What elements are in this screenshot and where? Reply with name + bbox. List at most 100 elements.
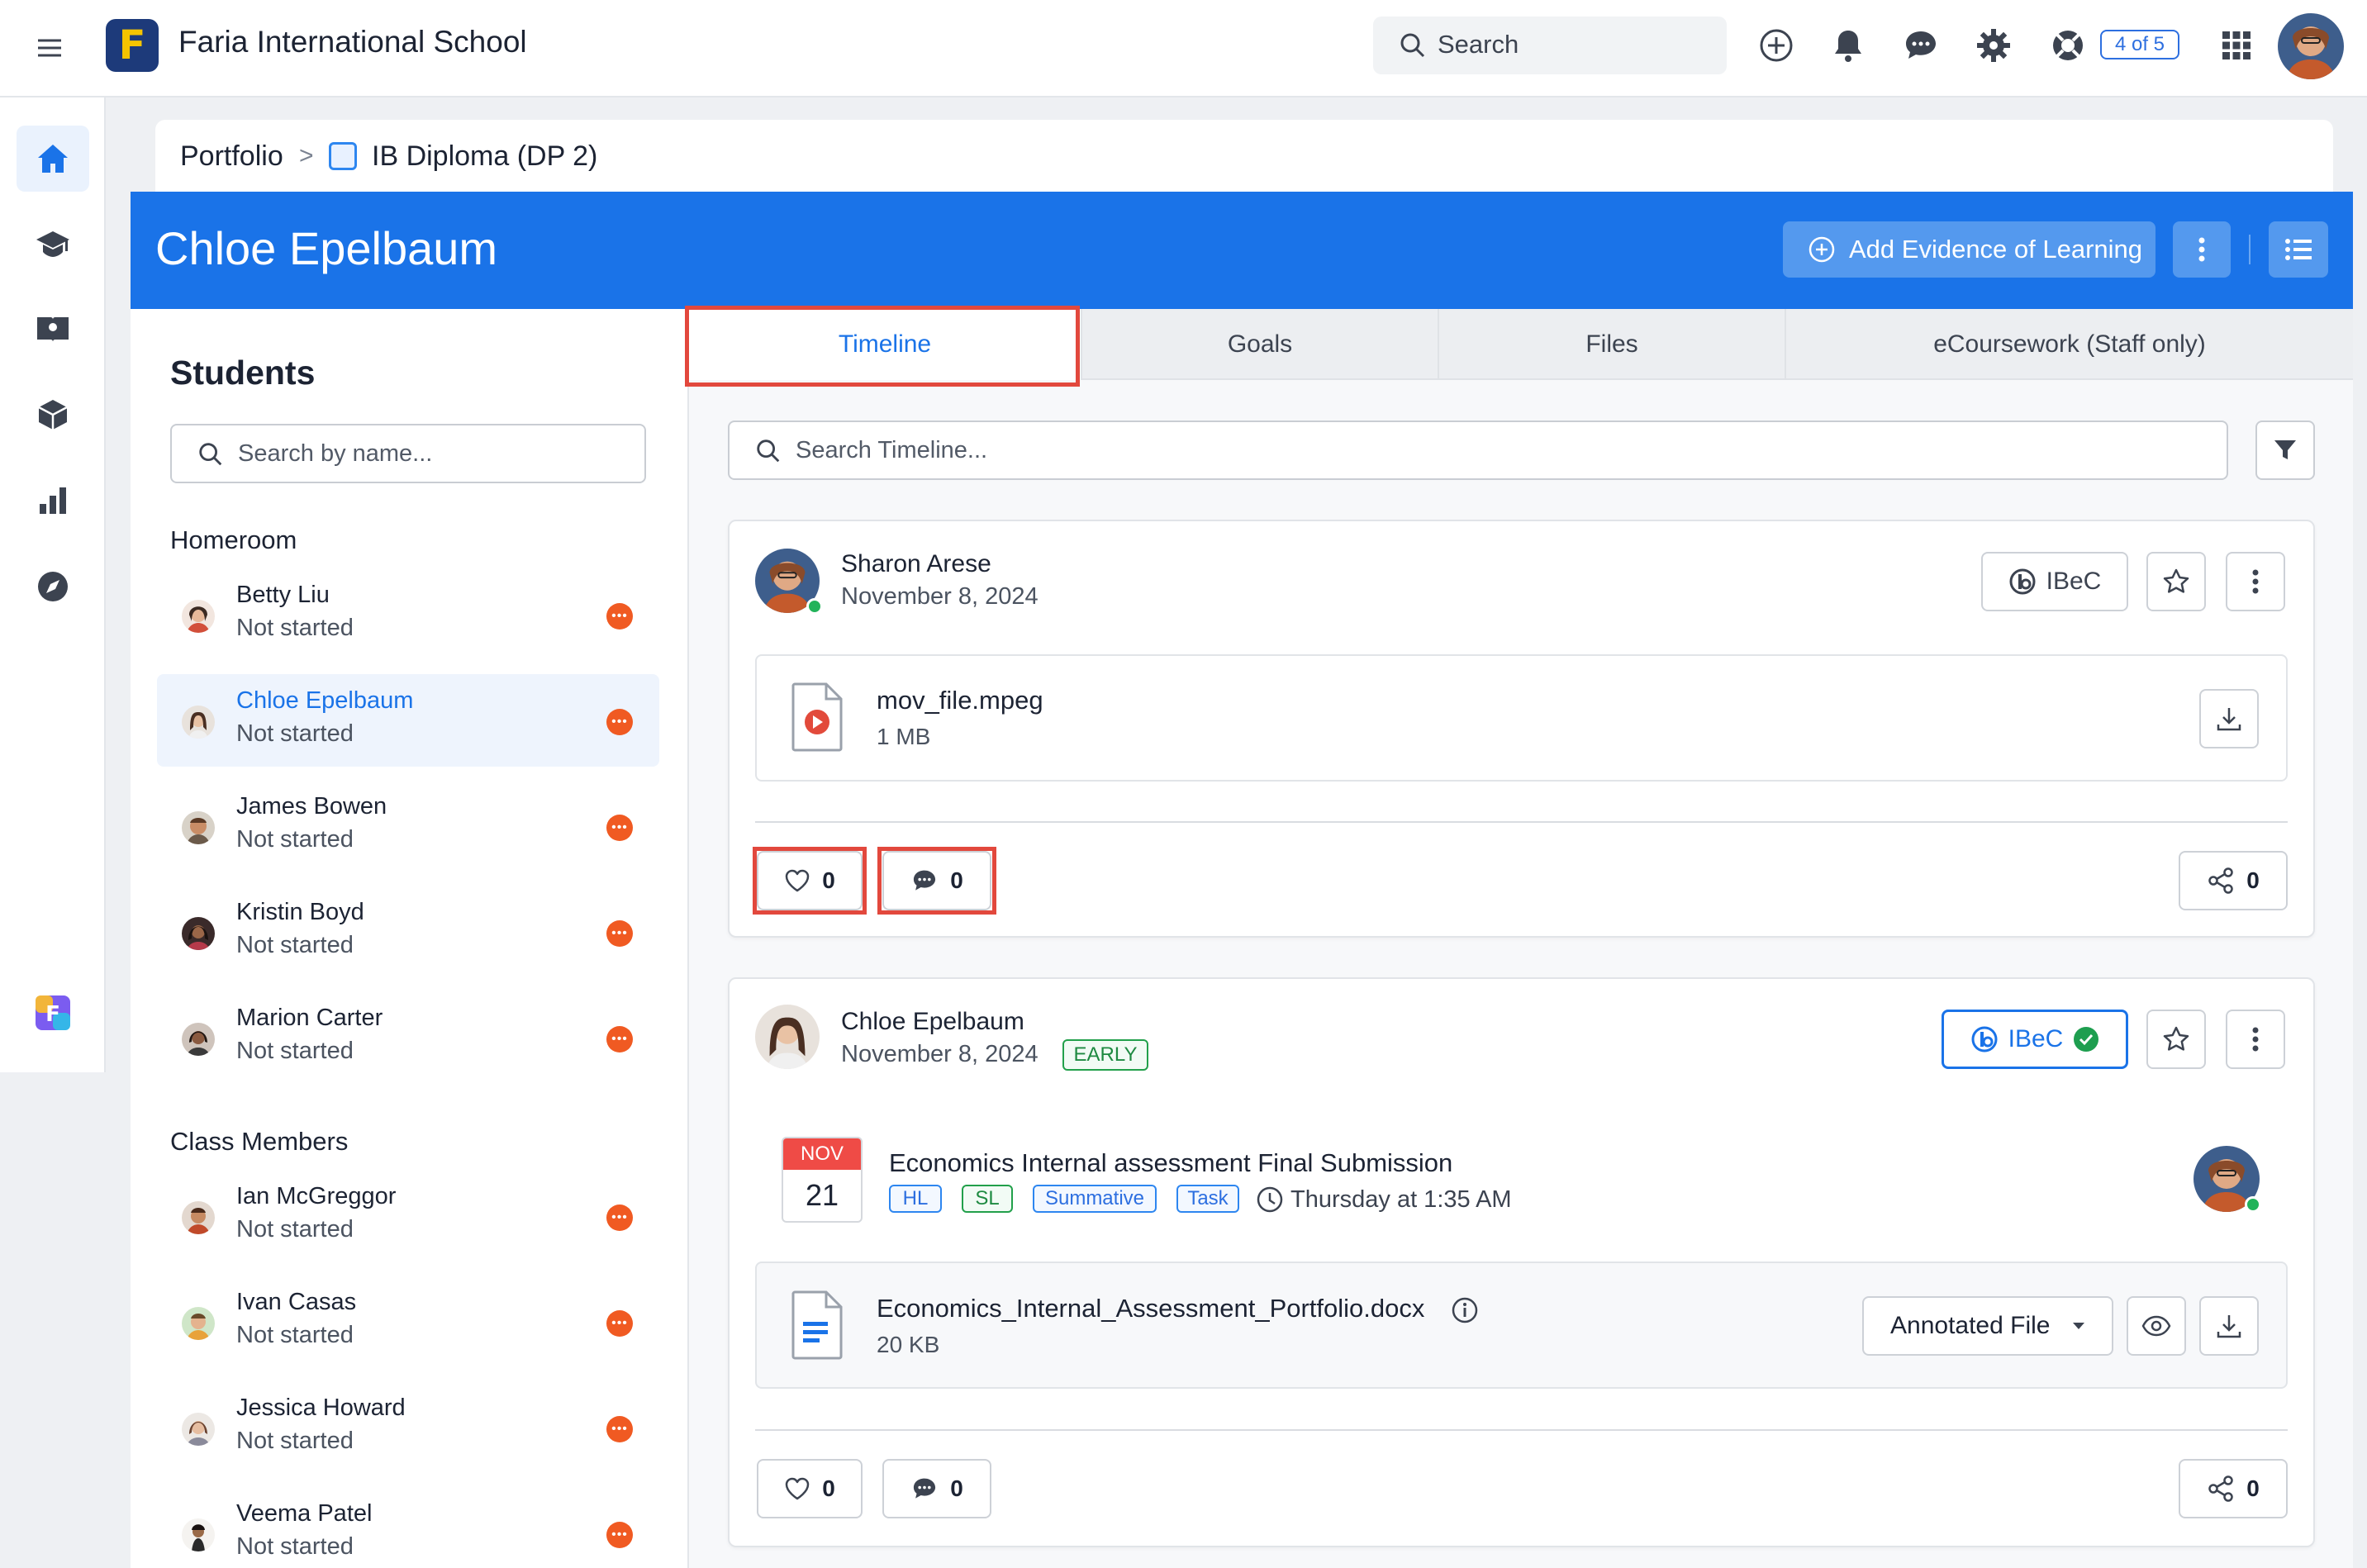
file-name[interactable]: Economics_Internal_Assessment_Portfolio.… [877,1294,1424,1323]
student-avatar [182,1413,215,1446]
student-row[interactable]: Veema Patel Not started ••• [157,1487,659,1568]
post-date: November 8, 2024 [841,583,1039,610]
list-icon [2285,239,2312,260]
student-row[interactable]: Betty Liu Not started ••• [157,568,659,661]
like-button[interactable]: 0 [757,1459,863,1518]
timeline-tab-highlight [685,306,1080,387]
status-dot-icon: ••• [606,1310,633,1337]
header-more-button[interactable] [2173,221,2231,278]
student-name-title: Chloe Epelbaum [155,222,498,274]
home-icon[interactable] [17,126,89,192]
student-status: Not started [236,1428,354,1454]
ibec-button[interactable]: IBeC [1981,552,2128,611]
student-avatar [182,706,215,739]
ibec-label: IBeC [2008,1025,2064,1052]
filter-button[interactable] [2255,421,2315,480]
faria-app-icon[interactable]: F [17,980,89,1046]
status-dot-icon: ••• [606,1416,633,1442]
school-logo[interactable]: F [106,19,159,72]
student-row[interactable]: Jessica Howard Not started ••• [157,1381,659,1474]
tab-files[interactable]: Files [1438,309,1785,380]
timeline-search-placeholder: Search Timeline... [796,437,988,463]
heart-icon [785,1477,810,1500]
student-row[interactable]: Ian McGreggor Not started ••• [157,1170,659,1262]
star-button[interactable] [2146,1010,2206,1069]
student-avatar [182,1201,215,1234]
user-avatar[interactable] [2278,13,2344,79]
menu-icon[interactable] [33,31,66,64]
bell-icon[interactable] [1828,25,1869,66]
tab-ecoursework[interactable]: eCoursework (Staff only) [1785,309,2353,380]
student-row[interactable]: Marion Carter Not started ••• [157,991,659,1084]
breadcrumb-portfolio-link[interactable]: Portfolio [180,140,283,173]
student-row[interactable]: James Bowen Not started ••• [157,780,659,872]
student-search-input[interactable]: Search by name... [170,424,646,483]
timeline-search-input[interactable]: Search Timeline... [728,421,2228,480]
file-view-select-value: Annotated File [1890,1312,2051,1339]
add-icon[interactable] [1756,25,1797,66]
search-icon [197,440,225,475]
add-evidence-button[interactable]: Add Evidence of Learning [1783,221,2155,278]
comment-count: 0 [950,1475,963,1501]
student-row[interactable]: Ivan Casas Not started ••• [157,1276,659,1368]
list-view-button[interactable] [2269,221,2328,278]
homeroom-heading: Homeroom [170,525,297,554]
download-button[interactable] [2199,1296,2259,1356]
header-divider [2249,235,2251,264]
post-date: November 8, 2024 [841,1041,1039,1067]
status-dot-icon: ••• [606,1522,633,1548]
book-icon[interactable] [17,296,89,362]
student-name: Chloe Epelbaum [236,687,414,714]
cube-icon[interactable] [17,382,89,448]
preview-button[interactable] [2127,1296,2186,1356]
onboarding-progress-badge[interactable]: 4 of 5 [2100,30,2179,59]
share-count: 0 [2246,867,2260,893]
help-icon[interactable] [2047,25,2089,66]
tag-task: Task [1176,1185,1239,1213]
comment-button[interactable]: 0 [882,1459,991,1518]
tab-goals[interactable]: Goals [1081,309,1438,380]
file-size: 20 KB [877,1332,940,1357]
search-icon [754,437,782,472]
post-more-button[interactable] [2226,1010,2285,1069]
ibec-label: IBeC [2046,568,2102,595]
task-title[interactable]: Economics Internal assessment Final Subm… [889,1148,1452,1178]
student-status: Not started [236,932,354,958]
apps-grid-icon[interactable] [2216,25,2257,66]
chat-icon[interactable] [1900,25,1942,66]
post-more-button[interactable] [2226,552,2285,611]
compass-icon[interactable] [17,554,89,620]
post-author[interactable]: Sharon Arese [841,550,991,578]
share-button[interactable]: 0 [2179,1459,2288,1518]
file-view-select[interactable]: Annotated File [1862,1296,2113,1356]
clock-icon [1256,1186,1284,1218]
student-avatar [182,917,215,950]
student-name: Betty Liu [236,582,330,608]
share-button[interactable]: 0 [2179,851,2288,910]
graduation-cap-icon[interactable] [17,211,89,278]
comment-icon [914,1478,936,1499]
download-button[interactable] [2199,689,2259,748]
calendar-day: 21 [805,1178,839,1212]
file-name[interactable]: mov_file.mpeg [877,686,1043,715]
ibec-button-submitted[interactable]: IBeC [1942,1010,2128,1069]
status-dot-icon: ••• [606,1205,633,1231]
like-button-highlight [753,847,867,915]
post-author[interactable]: Chloe Epelbaum [841,1008,1024,1036]
gear-icon[interactable] [1973,25,2014,66]
star-button[interactable] [2146,552,2206,611]
author-avatar[interactable] [755,1005,820,1069]
like-count: 0 [822,1475,835,1501]
info-icon[interactable] [1451,1296,1479,1328]
star-icon [2163,1026,2189,1051]
ib-logo-icon [1971,1026,1998,1052]
breadcrumb-current[interactable]: IB Diploma (DP 2) [372,140,597,173]
global-search-input[interactable]: Search [1373,17,1727,74]
student-row[interactable]: Kristin Boyd Not started ••• [157,886,659,978]
student-row-selected[interactable]: Chloe Epelbaum Not started ••• [157,674,659,767]
star-icon [2163,568,2189,593]
more-vertical-icon [2252,1027,2259,1052]
bar-chart-icon[interactable] [17,468,89,534]
comment-button-highlight [877,847,996,915]
file-attachment[interactable] [755,654,2288,782]
